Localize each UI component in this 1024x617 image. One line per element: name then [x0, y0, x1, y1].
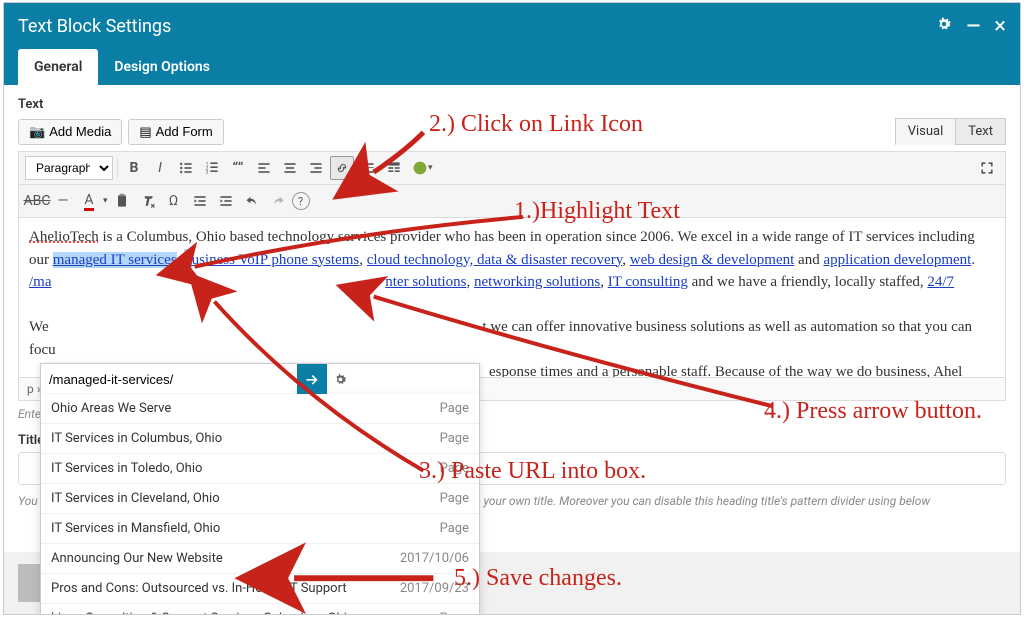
editor-mode-tabs: Visual Text [895, 118, 1006, 145]
format-select[interactable]: Paragraph [25, 156, 113, 180]
text-label: Text [18, 97, 1006, 112]
link-cloud[interactable]: cloud technology, data & disaster recove… [367, 252, 622, 268]
align-left-button[interactable] [252, 156, 276, 180]
tab-text[interactable]: Text [955, 118, 1006, 145]
link-button[interactable] [330, 156, 354, 180]
fullscreen-button[interactable] [975, 156, 999, 180]
align-center-button[interactable] [278, 156, 302, 180]
link-item[interactable]: Ohio Areas We ServePage [41, 394, 479, 424]
close-icon[interactable]: × [994, 14, 1006, 39]
modal-content: Text 📷Add Media ▤Add Form Visual Text Pa… [4, 85, 1020, 552]
text-block-settings-modal: Text Block Settings — × General Design O… [3, 2, 1021, 615]
link-managed-it[interactable]: managed IT services [53, 252, 177, 268]
tab-visual[interactable]: Visual [895, 118, 956, 145]
link-voip[interactable]: usiness VoIP phone systems [192, 252, 360, 268]
add-media-button[interactable]: 📷Add Media [18, 119, 122, 145]
link-consulting[interactable]: IT consulting [608, 274, 688, 290]
link-item[interactable]: IT Services in Cleveland, OhioPage [41, 484, 479, 514]
link-247[interactable]: 24/7 [927, 274, 954, 290]
strikethrough-button[interactable]: ABC [25, 189, 49, 213]
outdent-button[interactable] [188, 189, 212, 213]
editor-toolbar-row1: Paragraph B I 123 ““ ▾ [18, 151, 1006, 185]
svg-text:3: 3 [206, 170, 209, 176]
bullet-list-button[interactable] [174, 156, 198, 180]
redo-button[interactable] [266, 189, 290, 213]
link-popup: Ohio Areas We ServePage IT Services in C… [40, 363, 480, 615]
tab-design-options[interactable]: Design Options [98, 49, 226, 85]
number-list-button[interactable]: 123 [200, 156, 224, 180]
link-url-input[interactable] [41, 366, 297, 393]
link-networking[interactable]: networking solutions [474, 274, 600, 290]
link-item[interactable]: Pros and Cons: Outsourced vs. In-House I… [41, 574, 479, 604]
hr-button[interactable]: — [51, 189, 75, 213]
link-item[interactable]: Linux Consulting & Support Services Colu… [41, 604, 479, 615]
link-appdev[interactable]: application development [823, 252, 971, 268]
text-color-button[interactable]: A [77, 189, 101, 213]
link-item[interactable]: IT Services in Mansfield, OhioPage [41, 514, 479, 544]
window-controls: — × [935, 14, 1006, 39]
italic-button[interactable]: I [148, 156, 172, 180]
tab-general[interactable]: General [18, 49, 98, 85]
help-button[interactable]: ? [292, 192, 310, 210]
link-webdesign[interactable]: web design & development [630, 252, 795, 268]
read-more-button[interactable] [356, 156, 380, 180]
text-span: AhelioTech [29, 229, 99, 245]
link-item[interactable]: Announcing Our New Website2017/10/06 [41, 544, 479, 574]
align-right-button[interactable] [304, 156, 328, 180]
indent-button[interactable] [214, 189, 238, 213]
link-suggestions: Ohio Areas We ServePage IT Services in C… [40, 394, 480, 615]
form-icon: ▤ [139, 124, 151, 140]
paste-text-button[interactable] [110, 189, 134, 213]
clear-formatting-button[interactable] [136, 189, 160, 213]
blockquote-button[interactable]: ““ [226, 156, 250, 180]
link-apply-button[interactable] [297, 364, 327, 394]
link-item[interactable]: IT Services in Toledo, OhioPage [41, 454, 479, 484]
add-form-button[interactable]: ▤Add Form [128, 119, 223, 145]
modal-header: Text Block Settings — × [4, 3, 1020, 49]
bold-button[interactable]: B [122, 156, 146, 180]
link-settings-button[interactable] [327, 364, 353, 394]
modal-title: Text Block Settings [18, 16, 171, 37]
undo-button[interactable] [240, 189, 264, 213]
editor-content[interactable]: AhelioTech is a Columbus, Ohio based tec… [18, 218, 1006, 378]
editor-toolbar-row2: ABC — A ▾ Ω ? [18, 185, 1006, 218]
gear-icon[interactable] [935, 15, 953, 38]
camera-icon: 📷 [29, 124, 45, 140]
media-row: 📷Add Media ▤Add Form Visual Text [18, 118, 1006, 145]
link-item[interactable]: IT Services in Columbus, OhioPage [41, 424, 479, 454]
special-char-button[interactable]: Ω [162, 189, 186, 213]
toolbar-toggle-button[interactable] [382, 156, 406, 180]
minimize-icon[interactable]: — [967, 16, 981, 37]
link-partial[interactable]: /ma [29, 274, 52, 290]
settings-tabs: General Design Options [4, 49, 1020, 85]
